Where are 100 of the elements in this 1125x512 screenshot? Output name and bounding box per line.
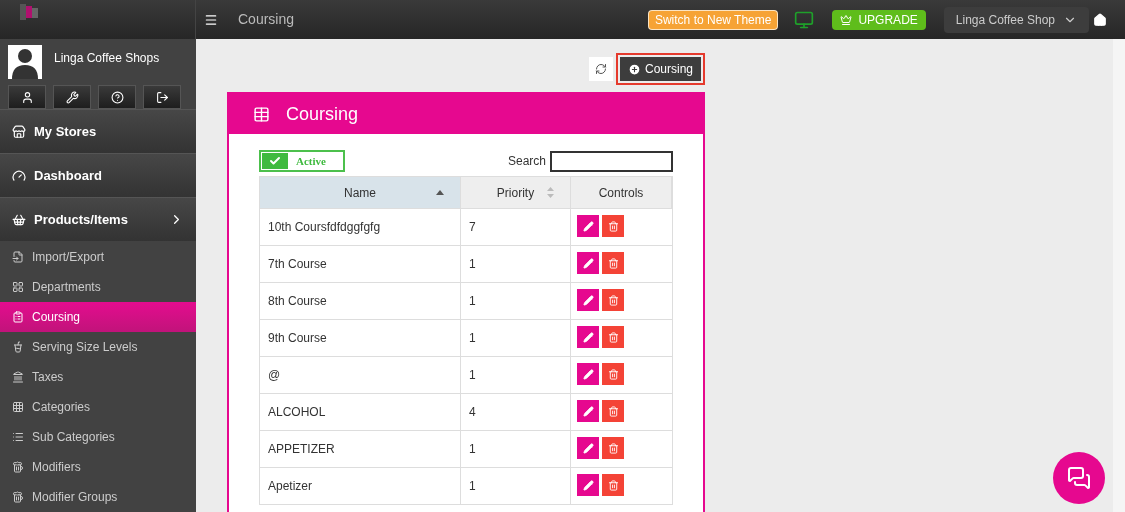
- chat-button[interactable]: [1053, 452, 1105, 504]
- trash-icon: [607, 442, 619, 454]
- edit-button[interactable]: [577, 400, 599, 422]
- list-icon: [12, 431, 24, 443]
- trash-icon: [607, 331, 619, 343]
- search-label: Search: [507, 153, 546, 170]
- column-header[interactable]: Priority: [461, 177, 571, 208]
- grid-icon: [12, 281, 24, 293]
- basket-icon: [12, 212, 26, 227]
- check-icon: [269, 155, 281, 167]
- edit-button[interactable]: [577, 289, 599, 311]
- edit-button[interactable]: [577, 326, 599, 348]
- delete-button[interactable]: [602, 326, 624, 348]
- trash-icon: [607, 220, 619, 232]
- menu-icon[interactable]: [204, 12, 218, 27]
- search-field[interactable]: [550, 150, 673, 172]
- page-title: Coursing: [238, 10, 295, 29]
- bag-icon: [12, 371, 24, 383]
- table-cell: Apetizer: [260, 468, 461, 504]
- trash-icon: [607, 405, 619, 417]
- add-coursing-button[interactable]: Coursing: [619, 57, 701, 81]
- edit-button[interactable]: [577, 474, 599, 496]
- table-cell: 1: [461, 320, 571, 356]
- pencil-icon: [582, 331, 594, 343]
- sidebar-item[interactable]: Import/Export: [0, 242, 196, 272]
- table-cell: 7th Course: [260, 246, 461, 282]
- edit-button[interactable]: [577, 252, 599, 274]
- delete-button[interactable]: [602, 252, 624, 274]
- table-cell: 10th Coursfdfdggfgfg: [260, 209, 461, 245]
- table-cell: 4: [461, 394, 571, 430]
- pencil-icon: [582, 368, 594, 380]
- table-cell: @: [260, 357, 461, 393]
- avatar-icon: [8, 45, 42, 79]
- pencil-icon: [582, 479, 594, 491]
- pencil-icon: [582, 294, 594, 306]
- sidebar-item[interactable]: Categories: [0, 392, 196, 422]
- sidebar-item[interactable]: Modifier Groups: [0, 482, 196, 512]
- help-button[interactable]: [98, 85, 136, 109]
- user-icon: [20, 90, 34, 104]
- edit-button[interactable]: [577, 437, 599, 459]
- delete-button[interactable]: [602, 400, 624, 422]
- trash-icon: [607, 479, 619, 491]
- store-icon: [12, 124, 26, 139]
- sidebar-item[interactable]: Modifiers: [0, 452, 196, 482]
- table-cell: APPETIZER: [260, 431, 461, 467]
- sidebar-item[interactable]: Taxes: [0, 362, 196, 392]
- scrollbar[interactable]: [1113, 39, 1125, 512]
- delete-button[interactable]: [602, 437, 624, 459]
- sidebar-main-item[interactable]: Dashboard: [0, 153, 196, 197]
- home-icon[interactable]: [1093, 12, 1107, 27]
- table-cell: 1: [461, 357, 571, 393]
- delete-button[interactable]: [602, 215, 624, 237]
- table-cell: ALCOHOL: [260, 394, 461, 430]
- logout-button[interactable]: [143, 85, 181, 109]
- delete-button[interactable]: [602, 474, 624, 496]
- user-button[interactable]: [8, 85, 46, 109]
- sidebar-item[interactable]: Departments: [0, 272, 196, 302]
- delete-button[interactable]: [602, 289, 624, 311]
- pencil-icon: [582, 405, 594, 417]
- mug-icon: [12, 461, 24, 473]
- column-header[interactable]: Controls: [571, 177, 672, 208]
- refresh-button[interactable]: [588, 57, 613, 81]
- table-cell: 1: [461, 246, 571, 282]
- table-cell: 1: [461, 431, 571, 467]
- sidebar-main-item[interactable]: Products/Items: [0, 197, 196, 241]
- card-title: Coursing: [286, 102, 359, 126]
- column-header[interactable]: Name: [260, 177, 461, 208]
- table-cell: 9th Course: [260, 320, 461, 356]
- plus-icon: [627, 62, 641, 76]
- trash-icon: [607, 257, 619, 269]
- table-cell: 1: [461, 468, 571, 504]
- edit-button[interactable]: [577, 363, 599, 385]
- edit-button[interactable]: [577, 215, 599, 237]
- refresh-icon: [594, 63, 607, 75]
- file-icon: [12, 251, 24, 263]
- logo-icon: [20, 4, 38, 20]
- clipboard-icon: [12, 311, 24, 323]
- store-selector[interactable]: Linga Coffee Shop: [943, 6, 1089, 33]
- sidebar-main-item[interactable]: My Stores: [0, 109, 196, 153]
- table-icon: [253, 105, 270, 123]
- delete-button[interactable]: [602, 363, 624, 385]
- chat-icon: [1067, 466, 1091, 490]
- wrench-button[interactable]: [53, 85, 91, 109]
- table-cell: 8th Course: [260, 283, 461, 319]
- monitor-icon[interactable]: [794, 9, 815, 30]
- grid-icon: [12, 401, 24, 413]
- sort-icon: [547, 187, 554, 198]
- sort-ascending-icon: [436, 190, 444, 195]
- cup-icon: [12, 341, 24, 353]
- table-cell: 7: [461, 209, 571, 245]
- sidebar-item[interactable]: Serving Size Levels: [0, 332, 196, 362]
- pencil-icon: [582, 442, 594, 454]
- pencil-icon: [582, 257, 594, 269]
- sidebar-item[interactable]: Coursing: [0, 302, 196, 332]
- trash-icon: [607, 368, 619, 380]
- mug-icon: [12, 491, 24, 503]
- logout-icon: [155, 90, 169, 104]
- crown-icon: [840, 13, 853, 26]
- trash-icon: [607, 294, 619, 306]
- sidebar-item[interactable]: Sub Categories: [0, 422, 196, 452]
